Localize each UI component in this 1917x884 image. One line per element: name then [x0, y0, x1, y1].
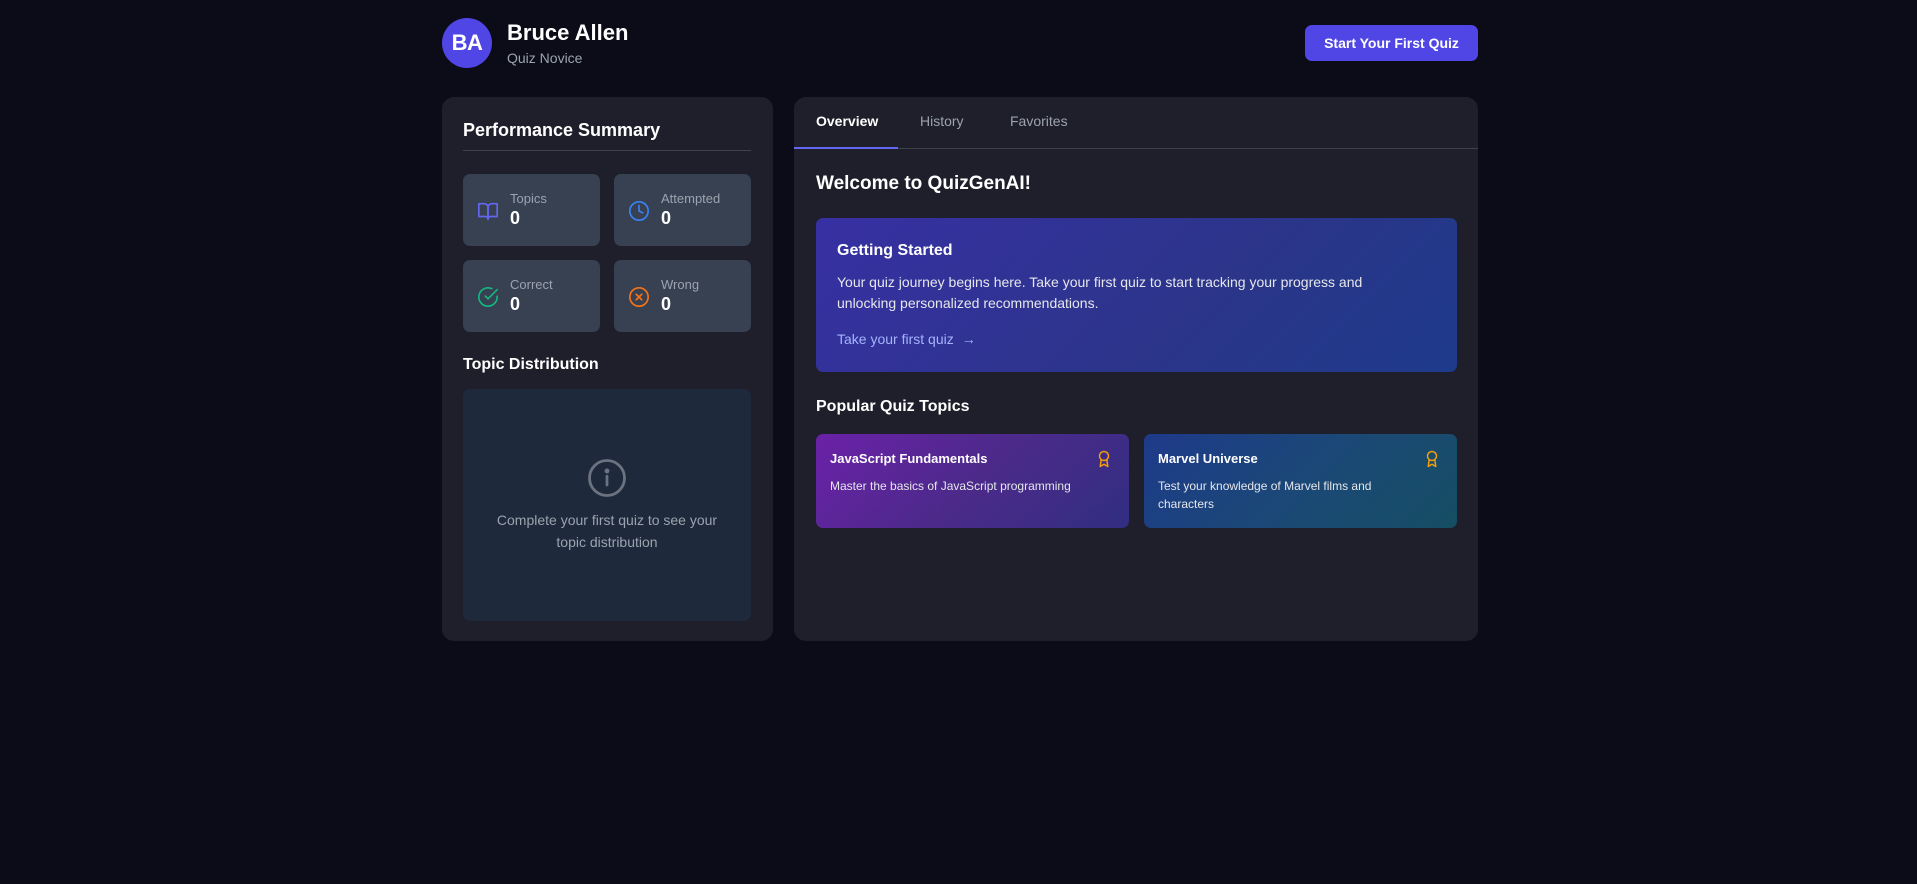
stat-wrong: Wrong 0: [614, 260, 751, 332]
stat-topics: Topics 0: [463, 174, 600, 246]
getting-started-text: Your quiz journey begins here. Take your…: [837, 274, 1363, 311]
topic-distribution-title: Topic Distribution: [463, 356, 599, 373]
performance-card: Performance Summary Topics 0 Attempted 0…: [442, 97, 773, 641]
content-card: Overview History Favorites Welcome to Qu…: [794, 97, 1478, 641]
award-icon: [1098, 450, 1110, 468]
user-name: Bruce Allen: [507, 20, 629, 45]
avatar: BA: [442, 18, 492, 68]
x-circle-icon: [629, 287, 649, 307]
stat-label: Topics: [510, 191, 547, 206]
stat-label: Attempted: [661, 191, 721, 206]
topic-card-javascript[interactable]: JavaScript Fundamentals Master the basic…: [816, 434, 1129, 528]
stat-value: 0: [510, 294, 521, 314]
info-icon: [588, 459, 626, 497]
active-tab-indicator: [794, 147, 898, 149]
topic-description: Test your knowledge of Marvel films and …: [1158, 479, 1372, 511]
welcome-heading: Welcome to QuizGenAI!: [816, 173, 1032, 194]
clock-icon: [629, 201, 649, 221]
stat-value: 0: [661, 208, 672, 228]
check-circle-icon: [478, 287, 498, 307]
stat-correct: Correct 0: [463, 260, 600, 332]
tab-overview[interactable]: Overview: [816, 97, 878, 149]
award-icon: [1426, 450, 1438, 468]
stat-value: 0: [510, 208, 521, 228]
tab-favorites[interactable]: Favorites: [1010, 97, 1068, 149]
tab-bar: Overview History Favorites: [794, 97, 1478, 149]
dashboard: BA Bruce Allen Quiz Novice Start Your Fi…: [442, 0, 1478, 641]
take-first-quiz-link[interactable]: Take your first quiz →: [837, 331, 976, 347]
popular-topics-title: Popular Quiz Topics: [816, 398, 970, 415]
link-label: Take your first quiz: [837, 331, 954, 347]
topic-title: Marvel Universe: [1158, 451, 1258, 466]
profile-header: BA Bruce Allen Quiz Novice Start Your Fi…: [442, 0, 1478, 97]
tab-history[interactable]: History: [920, 97, 964, 149]
stat-attempted: Attempted 0: [614, 174, 751, 246]
performance-title: Performance Summary: [463, 120, 661, 140]
stat-label: Wrong: [661, 277, 700, 292]
arrow-right-icon: →: [961, 331, 976, 347]
getting-started-title: Getting Started: [837, 242, 953, 259]
divider: [463, 150, 751, 151]
stat-value: 0: [661, 294, 672, 314]
start-first-quiz-button[interactable]: Start Your First Quiz: [1305, 25, 1478, 61]
topic-card-marvel[interactable]: Marvel Universe Test your knowledge of M…: [1144, 434, 1457, 528]
topic-title: JavaScript Fundamentals: [830, 451, 988, 466]
topic-description: Master the basics of JavaScript programm…: [830, 479, 1071, 493]
stat-label: Correct: [510, 277, 553, 292]
book-icon: [478, 202, 498, 221]
user-rank: Quiz Novice: [507, 50, 583, 66]
topic-distribution-empty-state: Complete your first quiz to see your top…: [463, 389, 751, 621]
getting-started-card: Getting Started Your quiz journey begins…: [816, 218, 1457, 372]
empty-state-message: Complete your first quiz to see your top…: [496, 512, 718, 550]
